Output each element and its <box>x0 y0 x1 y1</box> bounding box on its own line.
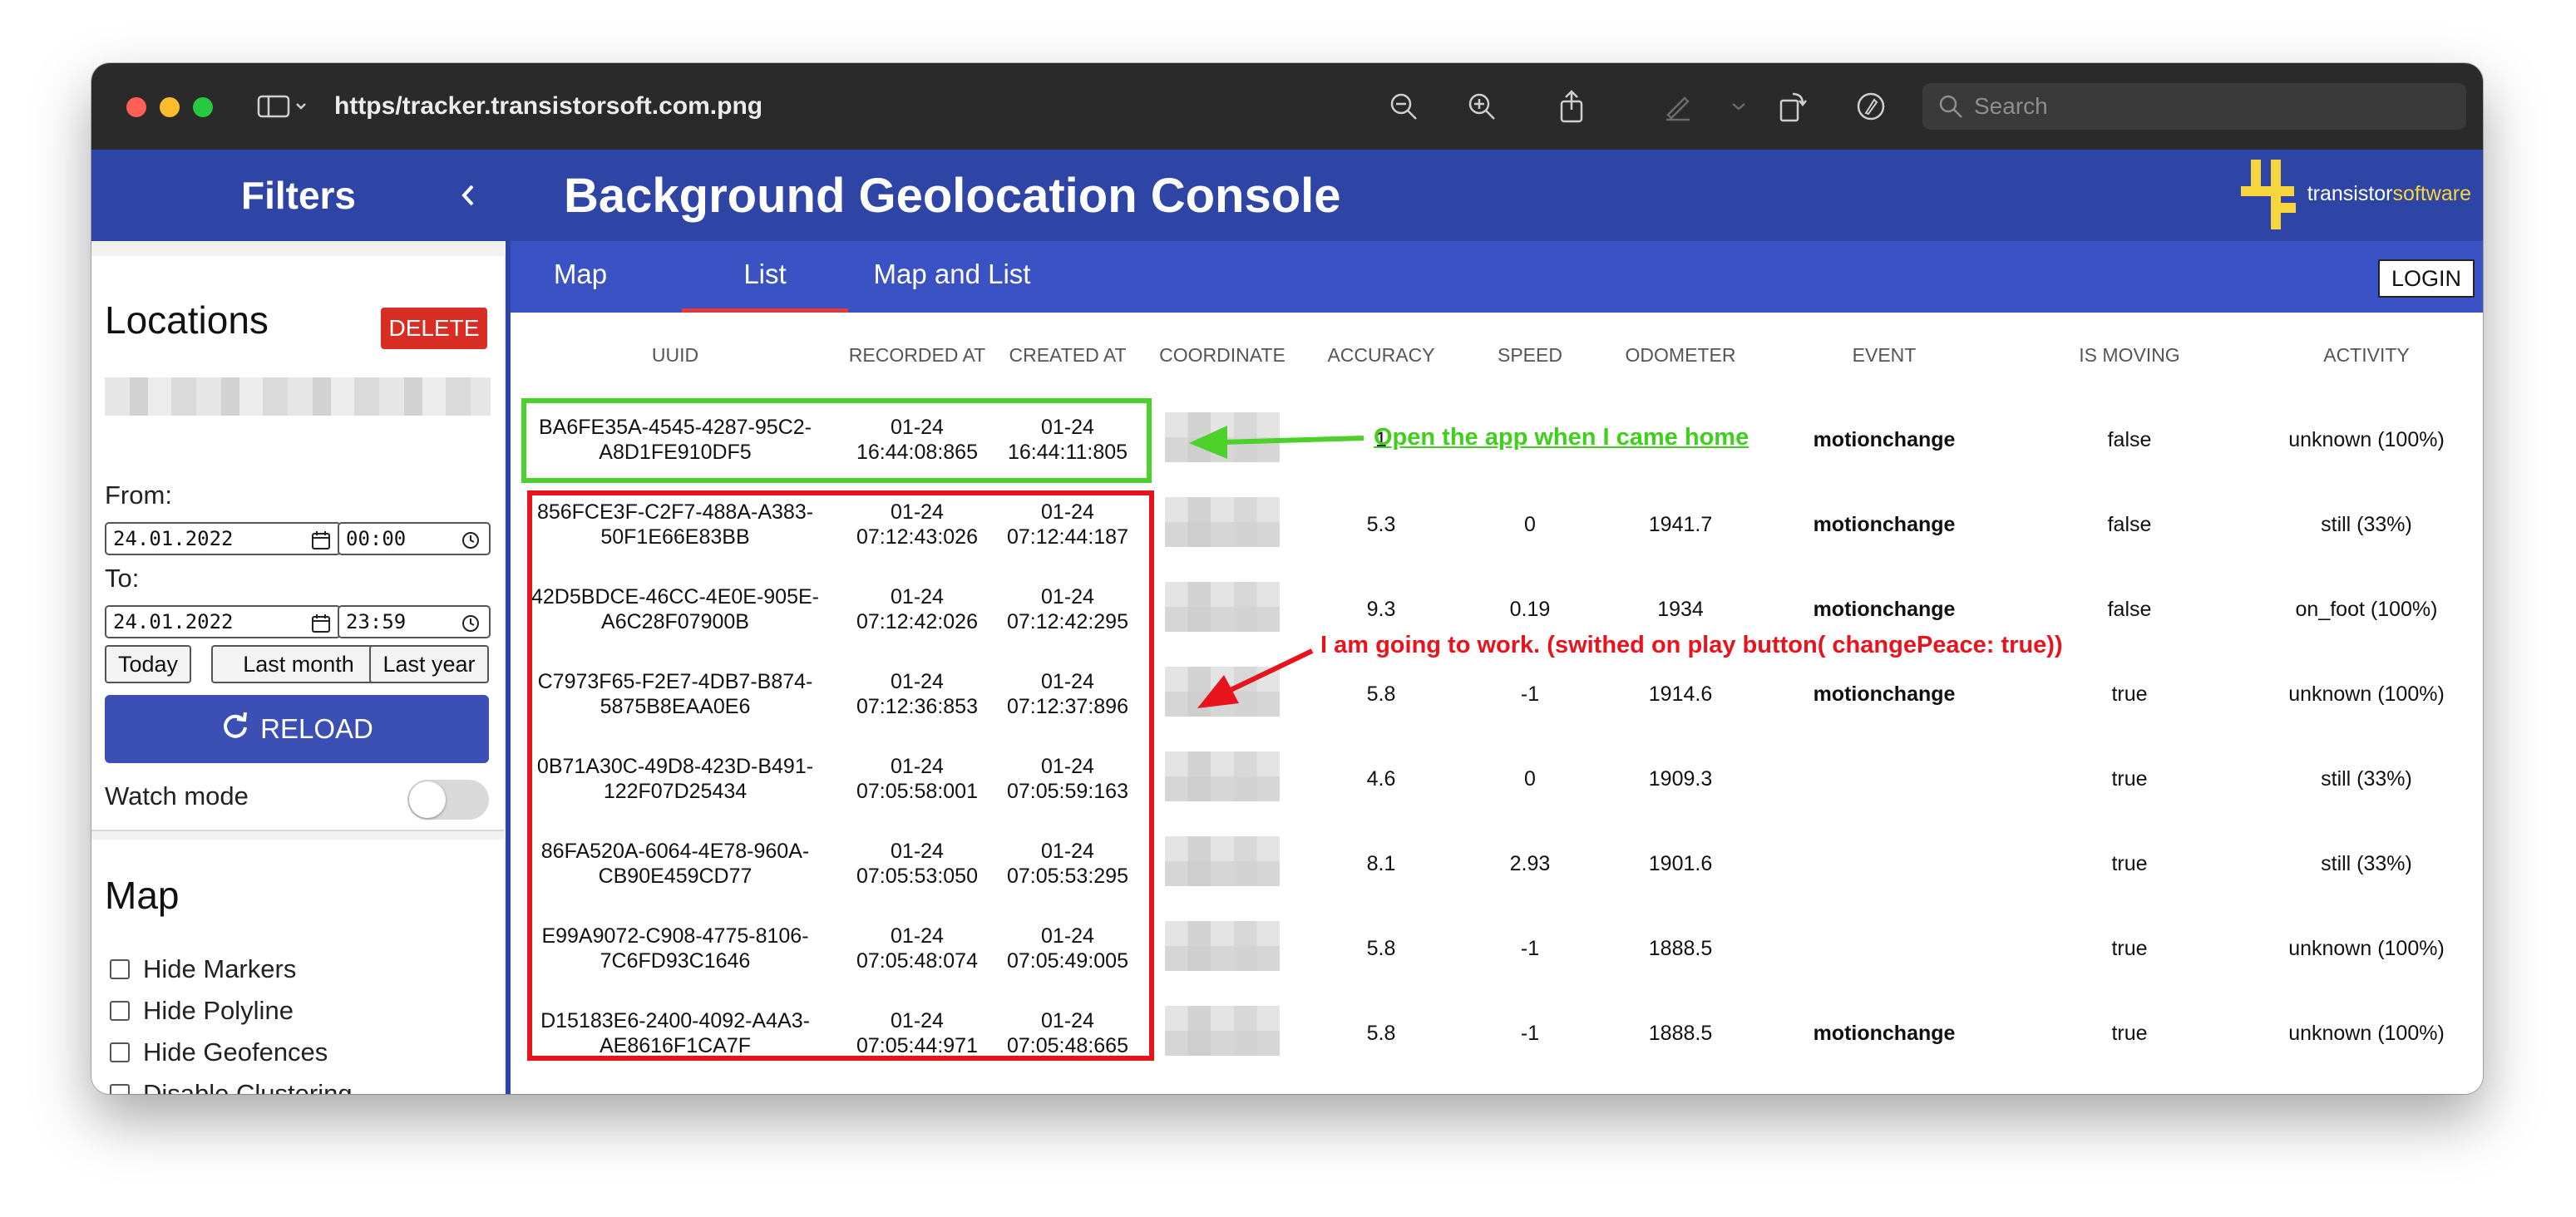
annotation-arrows <box>1189 426 1364 708</box>
green-annotation-text: Open the app when I came home <box>1374 424 1749 451</box>
red-arrow <box>1229 648 1314 692</box>
red-annotation-text: I am going to work. (swithed on play but… <box>1320 632 2063 658</box>
green-arrow <box>1221 436 1364 445</box>
green-arrowhead <box>1189 426 1227 459</box>
red-arrowhead <box>1197 675 1239 708</box>
